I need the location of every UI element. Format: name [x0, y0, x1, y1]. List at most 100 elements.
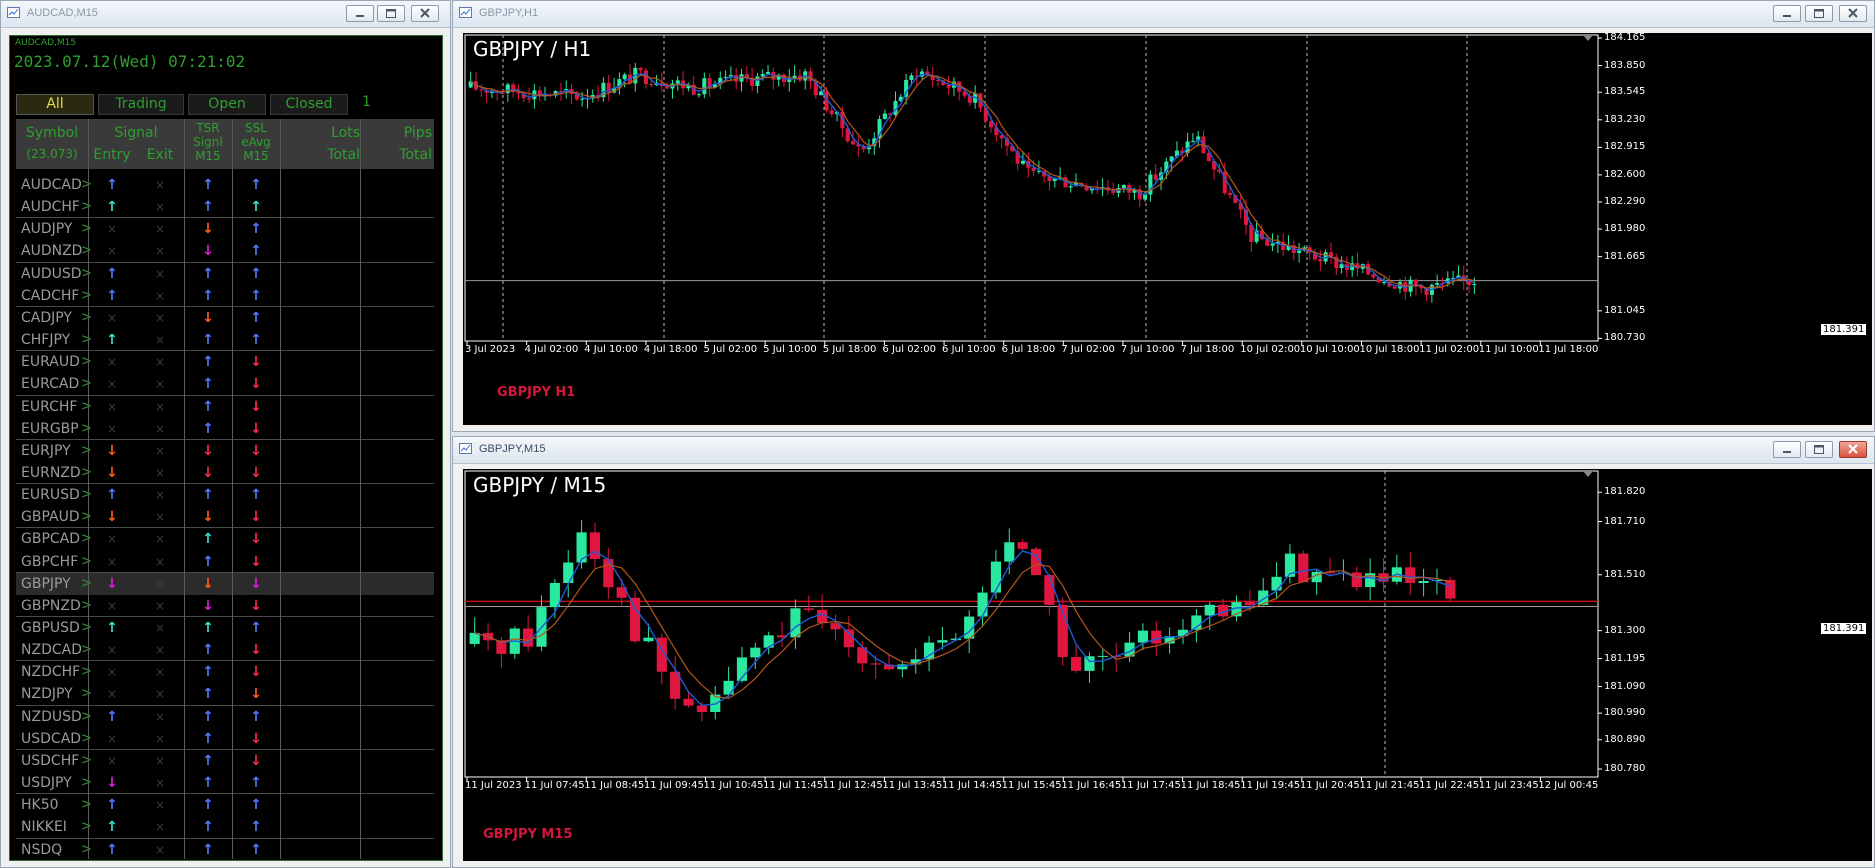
- table-row[interactable]: AUDUSD > ↑ × ↑ ↑: [16, 263, 434, 285]
- table-row[interactable]: NZDUSD > ↑ × ↑ ↑: [16, 706, 434, 728]
- table-row[interactable]: GBPAUD > ↓ × ↓ ↓: [16, 506, 434, 528]
- chevron-right-icon[interactable]: >: [81, 842, 92, 857]
- table-row[interactable]: HK50 > ↑ × ↑ ↑: [16, 794, 434, 816]
- row-symbol[interactable]: NIKKEI: [21, 819, 67, 835]
- chevron-right-icon[interactable]: >: [81, 554, 92, 569]
- row-symbol[interactable]: GBPJPY: [21, 576, 71, 592]
- table-row[interactable]: CHFJPY > ↑ × ↑ ↑: [16, 329, 434, 351]
- chevron-right-icon[interactable]: >: [81, 709, 92, 724]
- m15-chart-area[interactable]: GBPJPY / M15 GBPJPY M15 181.820 181.710 18…: [463, 469, 1872, 861]
- chevron-right-icon[interactable]: >: [81, 399, 92, 414]
- table-row[interactable]: CADCHF > ↑ × ↑ ↑: [16, 285, 434, 307]
- table-row[interactable]: AUDJPY > × × ↓ ↑: [16, 218, 434, 240]
- chevron-right-icon[interactable]: >: [81, 465, 92, 480]
- chevron-right-icon[interactable]: >: [81, 509, 92, 524]
- chevron-right-icon[interactable]: >: [81, 310, 92, 325]
- chevron-right-icon[interactable]: >: [81, 753, 92, 768]
- chevron-right-icon[interactable]: >: [81, 199, 92, 214]
- h1-chart-area[interactable]: GBPJPY / H1 GBPJPY H1 184.165 183.850 183.…: [463, 33, 1872, 425]
- row-symbol[interactable]: AUDNZD: [21, 243, 82, 259]
- table-row[interactable]: EURJPY > ↓ × ↓ ↓: [16, 440, 434, 462]
- row-symbol[interactable]: USDCAD: [21, 731, 81, 747]
- h1-titlebar[interactable]: GBPJPY,H1: [453, 1, 1874, 28]
- table-row[interactable]: EURNZD > ↓ × ↓ ↓: [16, 462, 434, 484]
- maximize-button[interactable]: [1805, 5, 1833, 22]
- row-symbol[interactable]: GBPAUD: [21, 509, 80, 525]
- table-row[interactable]: NSDQ > ↑ × ↑ ↑: [16, 839, 434, 861]
- chevron-right-icon[interactable]: >: [81, 332, 92, 347]
- table-row[interactable]: EURAUD > × × ↑ ↓: [16, 351, 434, 373]
- chevron-right-icon[interactable]: >: [81, 487, 92, 502]
- chevron-right-icon[interactable]: >: [81, 598, 92, 613]
- table-row[interactable]: GBPNZD > × × ↓ ↓: [16, 595, 434, 617]
- minimize-button[interactable]: [1773, 441, 1801, 458]
- chevron-right-icon[interactable]: >: [81, 221, 92, 236]
- chevron-right-icon[interactable]: >: [81, 266, 92, 281]
- row-symbol[interactable]: AUDUSD: [21, 266, 82, 282]
- close-button[interactable]: [411, 5, 439, 22]
- m15-titlebar[interactable]: GBPJPY,M15: [453, 437, 1874, 464]
- table-row[interactable]: USDCAD > × × ↑ ↓: [16, 728, 434, 750]
- table-row[interactable]: USDCHF > × × ↑ ↓: [16, 750, 434, 772]
- chevron-right-icon[interactable]: >: [81, 664, 92, 679]
- chevron-right-icon[interactable]: >: [81, 731, 92, 746]
- maximize-button[interactable]: [1805, 441, 1833, 458]
- table-row[interactable]: GBPJPY > ↓ × ↓ ↓: [16, 572, 434, 595]
- row-symbol[interactable]: AUDCAD: [21, 177, 82, 193]
- table-row[interactable]: AUDCHF > ↑ × ↑ ↑: [16, 196, 434, 218]
- table-row[interactable]: NIKKEI > ↑ × ↑ ↑: [16, 816, 434, 838]
- close-button[interactable]: [1839, 441, 1867, 458]
- table-row[interactable]: NZDJPY > × × ↑ ↓: [16, 683, 434, 705]
- chevron-right-icon[interactable]: >: [81, 686, 92, 701]
- row-symbol[interactable]: AUDCHF: [21, 199, 80, 215]
- row-symbol[interactable]: GBPCAD: [21, 531, 80, 547]
- row-symbol[interactable]: NZDCAD: [21, 642, 82, 658]
- table-row[interactable]: EURUSD > ↑ × ↑ ↑: [16, 484, 434, 506]
- row-symbol[interactable]: HK50: [21, 797, 59, 813]
- chevron-right-icon[interactable]: >: [81, 576, 92, 591]
- tab-all[interactable]: All: [16, 94, 94, 115]
- table-row[interactable]: AUDCAD > ↑ × ↑ ↑: [16, 174, 434, 196]
- table-row[interactable]: EURCHF > × × ↑ ↓: [16, 396, 434, 418]
- row-symbol[interactable]: EURAUD: [21, 354, 80, 370]
- close-button[interactable]: [1839, 5, 1867, 22]
- row-symbol[interactable]: EURCHF: [21, 399, 77, 415]
- row-symbol[interactable]: EURUSD: [21, 487, 80, 503]
- row-symbol[interactable]: NZDJPY: [21, 686, 73, 702]
- row-symbol[interactable]: EURNZD: [21, 465, 81, 481]
- row-symbol[interactable]: GBPCHF: [21, 554, 78, 570]
- table-row[interactable]: NZDCHF > × × ↑ ↓: [16, 661, 434, 683]
- minimize-button[interactable]: [1773, 5, 1801, 22]
- chevron-right-icon[interactable]: >: [81, 531, 92, 546]
- tab-open[interactable]: Open: [188, 94, 266, 115]
- chevron-right-icon[interactable]: >: [81, 243, 92, 258]
- chevron-right-icon[interactable]: >: [81, 421, 92, 436]
- row-symbol[interactable]: AUDJPY: [21, 221, 72, 237]
- tab-trading[interactable]: Trading: [98, 94, 184, 115]
- row-symbol[interactable]: EURGBP: [21, 421, 79, 437]
- chevron-right-icon[interactable]: >: [81, 177, 92, 192]
- table-row[interactable]: EURCAD > × × ↑ ↓: [16, 373, 434, 395]
- chevron-right-icon[interactable]: >: [81, 819, 92, 834]
- table-row[interactable]: AUDNZD > × × ↓ ↑: [16, 240, 434, 262]
- chevron-right-icon[interactable]: >: [81, 642, 92, 657]
- chevron-right-icon[interactable]: >: [81, 376, 92, 391]
- row-symbol[interactable]: CHFJPY: [21, 332, 70, 348]
- table-row[interactable]: CADJPY > × × ↓ ↑: [16, 307, 434, 329]
- table-row[interactable]: EURGBP > × × ↑ ↓: [16, 418, 434, 440]
- chevron-right-icon[interactable]: >: [81, 620, 92, 635]
- row-symbol[interactable]: GBPNZD: [21, 598, 81, 614]
- row-symbol[interactable]: USDCHF: [21, 753, 79, 769]
- chevron-right-icon[interactable]: >: [81, 288, 92, 303]
- table-row[interactable]: NZDCAD > × × ↑ ↓: [16, 639, 434, 661]
- chevron-right-icon[interactable]: >: [81, 797, 92, 812]
- table-row[interactable]: GBPUSD > ↑ × ↑ ↑: [16, 617, 434, 639]
- row-symbol[interactable]: EURCAD: [21, 376, 79, 392]
- table-row[interactable]: USDJPY > ↓ × ↑ ↑: [16, 772, 434, 794]
- chevron-right-icon[interactable]: >: [81, 443, 92, 458]
- row-symbol[interactable]: NZDUSD: [21, 709, 82, 725]
- table-row[interactable]: GBPCHF > × × ↑ ↓: [16, 551, 434, 573]
- minimize-button[interactable]: [346, 5, 374, 22]
- table-row[interactable]: GBPCAD > × × ↑ ↓: [16, 528, 434, 550]
- row-symbol[interactable]: CADCHF: [21, 288, 80, 304]
